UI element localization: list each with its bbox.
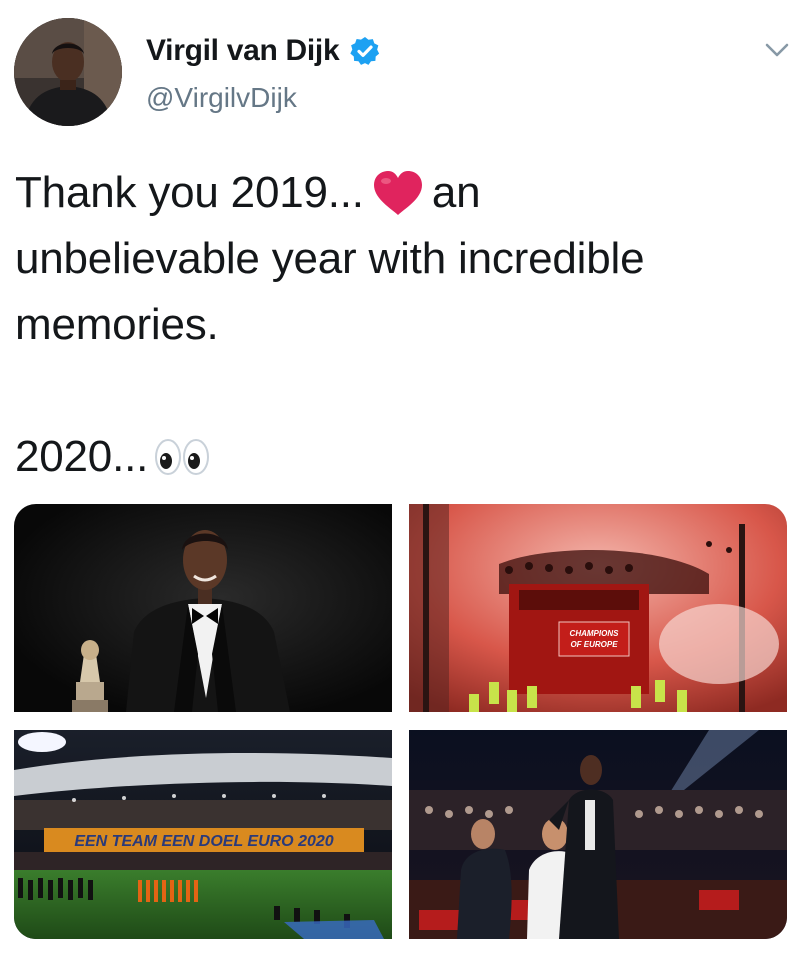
stadium-banner: EEN TEAM EEN DOEL EURO 2020 bbox=[74, 833, 333, 850]
tweet-line-3: memories. bbox=[15, 300, 219, 349]
tweet-line-1: Thank you 2019... an bbox=[15, 160, 775, 226]
red-heart-icon bbox=[373, 171, 422, 215]
avatar-image bbox=[14, 18, 122, 126]
tweet-text-part: 2020... bbox=[15, 432, 149, 481]
tweet-text-part: Thank you 2019... bbox=[15, 168, 364, 217]
author-name-row: Virgil van Dijk bbox=[146, 34, 381, 68]
bus-sign: OF EUROPE bbox=[570, 640, 618, 649]
bus-sign: CHAMPIONS bbox=[570, 629, 620, 638]
author-name[interactable]: Virgil van Dijk bbox=[146, 34, 340, 68]
chevron-down-icon[interactable] bbox=[760, 36, 794, 64]
stadium-photo[interactable]: EEN TEAM EEN DOEL EURO 2020 bbox=[14, 730, 392, 939]
tweet-line-4: 2020... bbox=[15, 424, 775, 490]
author-handle[interactable]: @VirgilvDijk bbox=[146, 82, 297, 114]
parade-photo[interactable]: CHAMPIONS OF EUROPE bbox=[409, 504, 787, 712]
tweet-line-2: unbelievable year with incredible bbox=[15, 234, 645, 283]
award-photo[interactable] bbox=[14, 504, 392, 712]
tweet-text-part: an bbox=[431, 168, 481, 217]
tweet-blank-line bbox=[15, 358, 775, 424]
avatar[interactable] bbox=[14, 18, 122, 126]
eyes-icon bbox=[155, 439, 210, 475]
tweet-text: Thank you 2019... an unbelievable year w… bbox=[15, 160, 775, 490]
verified-badge-icon bbox=[350, 37, 380, 65]
ceremony-photo[interactable] bbox=[409, 730, 787, 939]
media-grid: CHAMPIONS OF EUROPE EEN TEAM EEN DOEL EU… bbox=[14, 504, 787, 939]
